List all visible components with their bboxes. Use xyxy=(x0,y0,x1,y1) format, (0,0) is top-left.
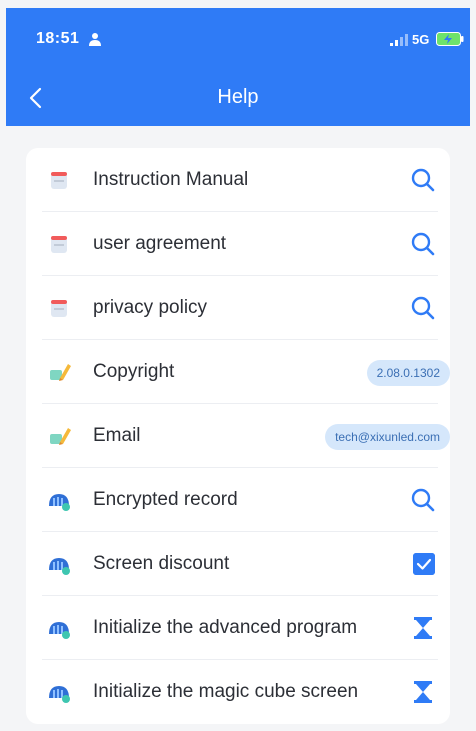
document-icon xyxy=(51,236,67,253)
list-item-label: Initialize the advanced program xyxy=(93,617,358,638)
list-item-email: Email tech@xixunled.com xyxy=(26,404,450,468)
list-item-label: Screen discount xyxy=(93,553,230,574)
battery-icon xyxy=(436,32,464,46)
screen-discount-checkbox[interactable] xyxy=(413,553,435,575)
signal-icon xyxy=(390,34,408,46)
document-icon xyxy=(51,172,67,189)
list-item-user-agreement[interactable]: user agreement xyxy=(26,212,450,276)
lock-screen-icon xyxy=(49,494,70,511)
lock-screen-icon xyxy=(49,686,70,703)
email-badge: tech@xixunled.com xyxy=(325,424,450,450)
list-item-screen-discount[interactable]: Screen discount xyxy=(26,532,450,596)
search-icon[interactable] xyxy=(410,167,436,193)
list-item-label: Instruction Manual xyxy=(93,169,249,190)
status-bar: 18:51 5G xyxy=(6,8,470,70)
search-icon[interactable] xyxy=(410,295,436,321)
list-item-label: user agreement xyxy=(93,233,227,254)
version-badge: 2.08.0.1302 xyxy=(366,360,450,386)
list-item-label: Copyright xyxy=(93,361,175,382)
lock-screen-icon xyxy=(49,622,70,639)
list-item-encrypted-record[interactable]: Encrypted record xyxy=(26,468,450,532)
search-icon[interactable] xyxy=(410,231,436,257)
list-item-label: Email xyxy=(93,425,141,446)
list-item-instruction-manual[interactable]: Instruction Manual xyxy=(26,148,450,212)
status-time: 18:51 xyxy=(36,30,80,47)
list-item-label: Encrypted record xyxy=(93,489,238,510)
lock-screen-icon xyxy=(49,558,70,575)
help-list: Instruction Manual user agreement privac… xyxy=(26,148,450,724)
document-icon xyxy=(51,300,67,317)
help-screen: 18:51 5G Help Instruction Manual user ag… xyxy=(0,0,476,731)
network-label: 5G xyxy=(412,32,430,47)
list-item-label: privacy policy xyxy=(93,297,208,318)
page-title: Help xyxy=(217,86,259,108)
pencil-icon xyxy=(50,428,71,445)
person-icon xyxy=(89,33,101,46)
search-icon[interactable] xyxy=(410,487,436,513)
list-item-initialize-magic-cube[interactable]: Initialize the magic cube screen xyxy=(26,660,450,724)
list-item-copyright: Copyright 2.08.0.1302 xyxy=(26,340,450,404)
list-item-initialize-advanced-program[interactable]: Initialize the advanced program xyxy=(26,596,450,660)
list-item-privacy-policy[interactable]: privacy policy xyxy=(26,276,450,340)
nav-bar: Help xyxy=(6,70,470,126)
list-item-label: Initialize the magic cube screen xyxy=(93,681,359,702)
pencil-icon xyxy=(50,364,71,381)
hourglass-icon[interactable] xyxy=(410,615,436,641)
app-header: 18:51 5G Help xyxy=(6,8,470,126)
hourglass-icon[interactable] xyxy=(410,679,436,705)
